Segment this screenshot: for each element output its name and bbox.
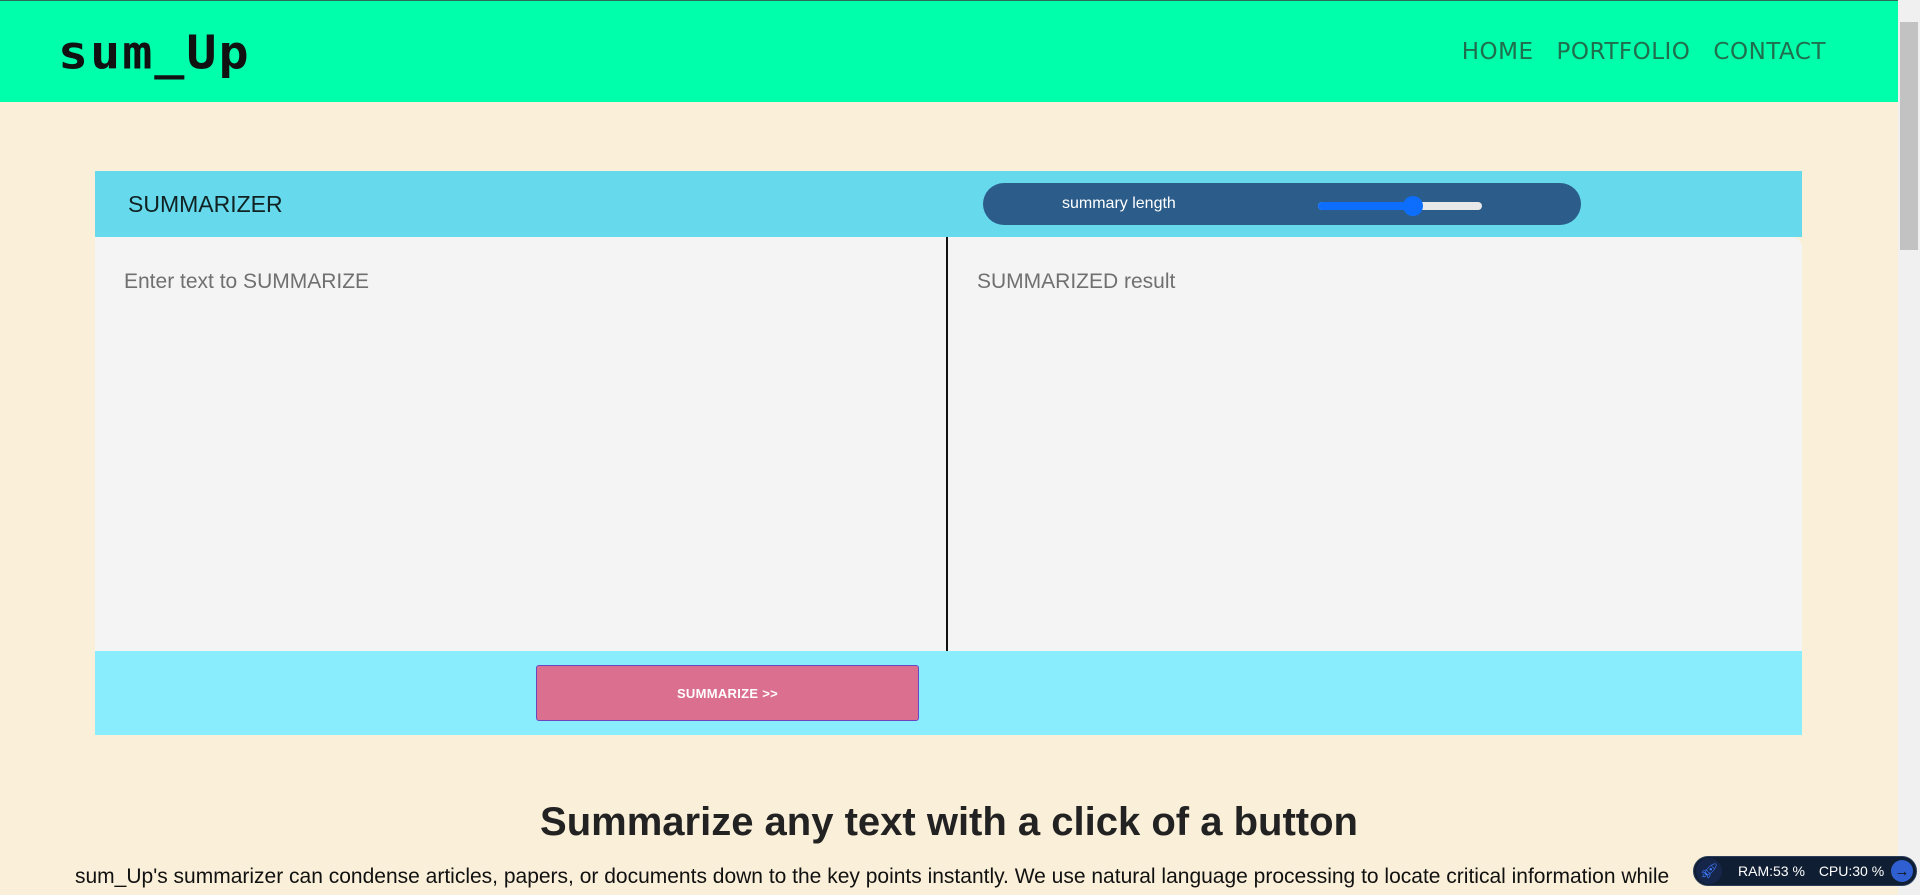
summarizer-header: SUMMARIZER summary length — [95, 171, 1802, 237]
output-textarea[interactable] — [948, 237, 1802, 651]
nav-link-portfolio[interactable]: PORTFOLIO — [1557, 37, 1691, 67]
system-monitor-stats: RAM:53 % CPU:30 % — [1738, 863, 1894, 879]
page-scrollbar[interactable] — [1898, 0, 1920, 895]
logo[interactable]: sum_Up — [58, 25, 251, 80]
nav-link-home[interactable]: HOME — [1462, 37, 1534, 67]
cpu-usage: CPU:30 % — [1818, 863, 1885, 879]
rocket-icon[interactable]: 🚀︎ — [1696, 858, 1722, 884]
nav-links: HOME PORTFOLIO CONTACT — [1462, 37, 1826, 67]
arrow-right-icon[interactable]: → — [1891, 860, 1913, 882]
slider-fill — [1318, 202, 1413, 210]
navbar: sum_Up HOME PORTFOLIO CONTACT — [0, 0, 1898, 102]
scrollbar-thumb[interactable] — [1900, 22, 1918, 250]
info-heading: Summarize any text with a click of a but… — [540, 800, 1358, 844]
info-text: sum_Up's summarizer can condense article… — [75, 865, 1670, 888]
summary-length-slider[interactable] — [1318, 196, 1482, 216]
nav-link-contact[interactable]: CONTACT — [1713, 37, 1826, 67]
system-monitor-widget[interactable]: 🚀︎ RAM:53 % CPU:30 % → — [1693, 856, 1917, 886]
page-viewport: sum_Up HOME PORTFOLIO CONTACT SUMMARIZER… — [0, 0, 1898, 895]
summarizer-panel: SUMMARIZER summary length SUMMARIZE >> — [95, 171, 1802, 735]
slider-thumb[interactable] — [1403, 196, 1423, 216]
output-pane — [948, 237, 1802, 651]
ram-usage: RAM:53 % — [1738, 863, 1805, 879]
summary-length-control: summary length — [983, 183, 1581, 225]
summary-length-label: summary length — [1062, 195, 1176, 212]
summarize-button[interactable]: SUMMARIZE >> — [536, 665, 919, 721]
input-textarea[interactable] — [95, 237, 946, 651]
text-panes — [95, 237, 1802, 651]
input-pane — [95, 237, 948, 651]
summarizer-footer: SUMMARIZE >> — [95, 651, 1802, 735]
summarizer-title: SUMMARIZER — [128, 191, 283, 217]
